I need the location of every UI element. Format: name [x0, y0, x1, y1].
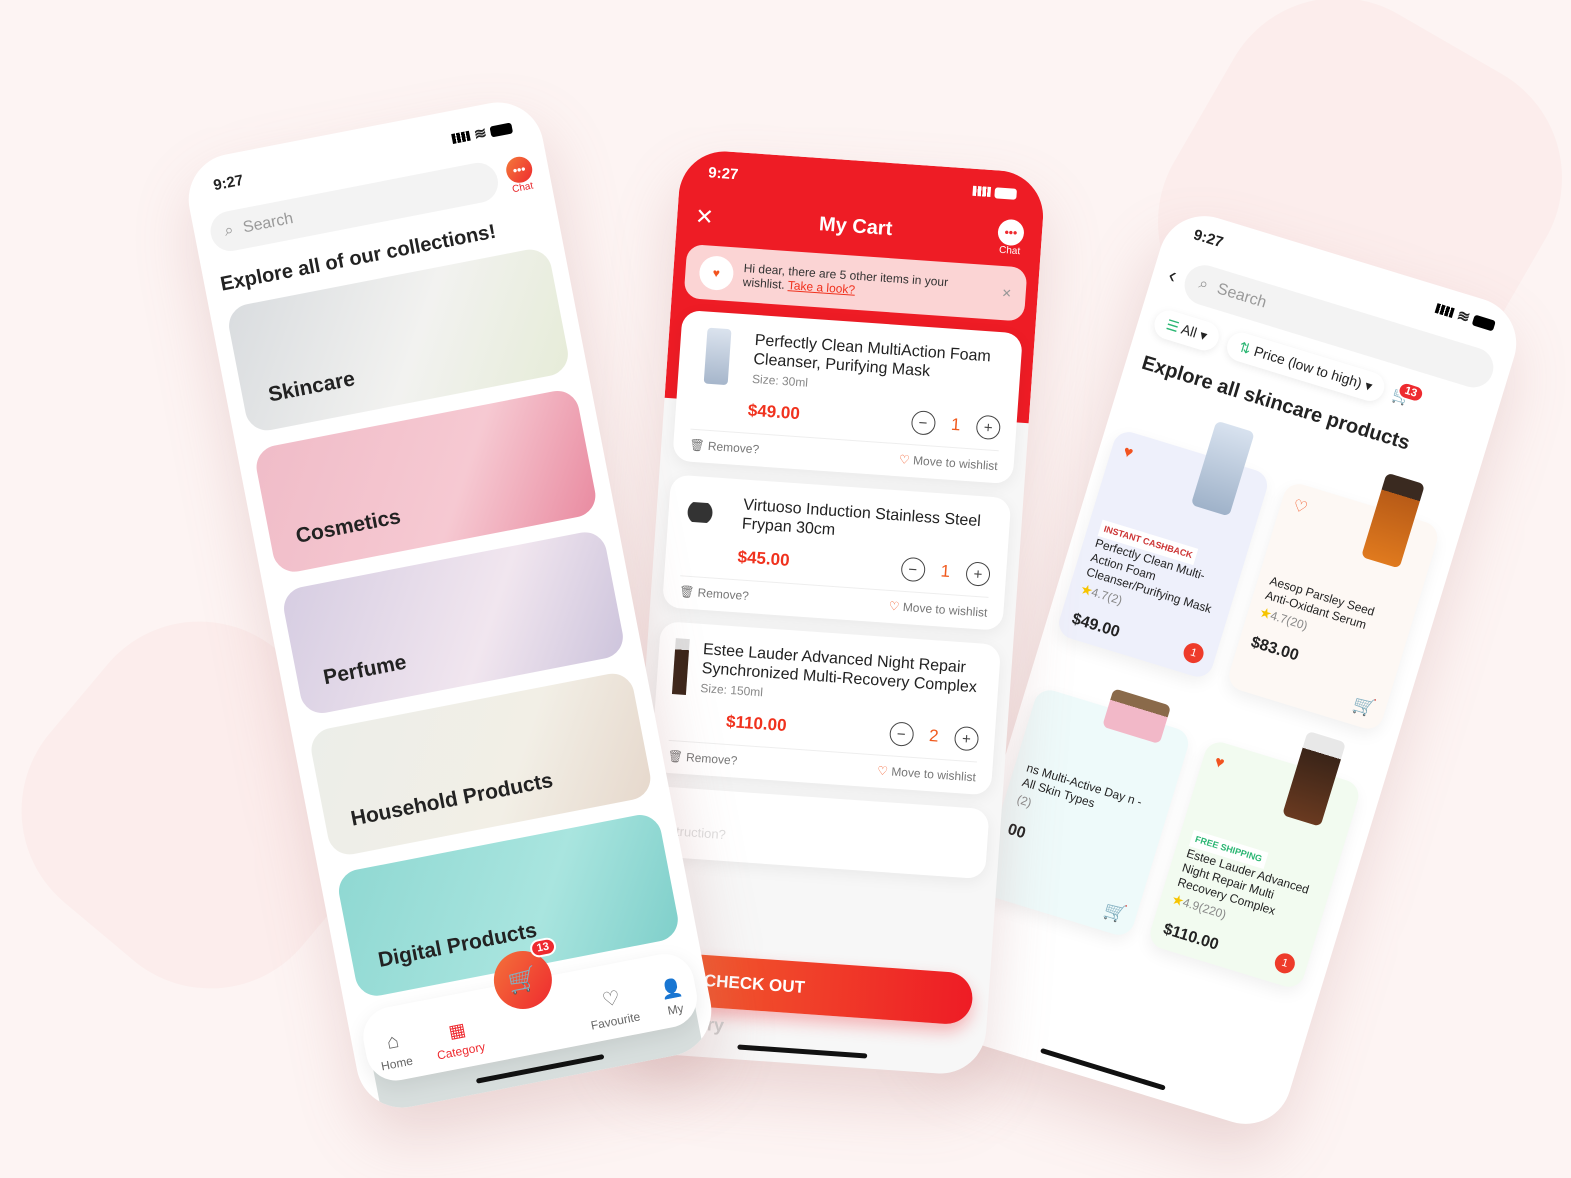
cart-button[interactable]: 🛒13 [1390, 379, 1427, 409]
wishlist-label: Move to wishlist [912, 453, 999, 474]
increase-button[interactable]: + [975, 414, 1002, 441]
nav-label: Favourite [589, 1009, 642, 1033]
chat-icon: ••• [997, 218, 1025, 247]
nav-label: Category [435, 1039, 487, 1063]
home-icon: ⌂ [384, 1029, 401, 1054]
search-icon: ⌕ [222, 221, 236, 240]
move-to-wishlist-button[interactable]: ♡ Move to wishlist [899, 452, 999, 473]
product-image [1361, 472, 1426, 569]
wishlist-label: Move to wishlist [890, 764, 977, 785]
nav-label: My [666, 1000, 685, 1018]
close-icon[interactable]: ✕ [694, 203, 714, 230]
product-rating: (2) [1015, 792, 1034, 810]
heart-icon: ♡ [600, 986, 623, 1012]
heart-icon: ♥ [698, 254, 735, 292]
filter-dropdown[interactable]: ☰ All ▾ [1151, 307, 1223, 354]
back-icon[interactable]: ‹ [1165, 262, 1180, 289]
status-icons [972, 185, 1018, 200]
heart-outline-icon[interactable]: ♡ [1291, 497, 1310, 517]
move-to-wishlist-button[interactable]: ♡ Move to wishlist [877, 764, 977, 785]
increase-button[interactable]: + [965, 561, 991, 587]
quantity-stepper: −1 + [899, 556, 991, 587]
cart-item: Virtuoso Induction Stainless Steel Frypa… [661, 474, 1012, 631]
status-time: 9:27 [707, 163, 739, 183]
remove-button[interactable]: 🗑 Remove? [689, 438, 760, 457]
decrease-button[interactable]: − [910, 410, 936, 436]
home-indicator [736, 1044, 867, 1059]
grid-icon: ▦ [446, 1019, 468, 1042]
category-label: Skincare [266, 367, 357, 407]
filter-label: All [1179, 320, 1199, 341]
quantity-value: 1 [950, 414, 962, 435]
status-icons: ≋ [451, 119, 514, 148]
user-icon: 👤 [658, 976, 685, 1001]
item-name: Virtuoso Induction Stainless Steel Frypa… [741, 496, 982, 539]
decrease-button[interactable]: − [899, 556, 926, 583]
product-image [1190, 420, 1255, 517]
checkout-label: CHECK OUT [703, 970, 806, 997]
nav-category[interactable]: ▦ Category [431, 1016, 486, 1063]
increase-button[interactable]: + [953, 725, 980, 752]
category-label: Perfume [321, 650, 409, 690]
instruction-card: nstruction? [644, 785, 990, 880]
search-placeholder: Search [241, 210, 295, 237]
search-placeholder: Search [1214, 280, 1269, 312]
quantity-value: 2 [928, 726, 940, 746]
category-label: Household Products [348, 768, 555, 831]
item-price: $49.00 [747, 400, 801, 424]
remove-label: Remove? [697, 585, 750, 604]
remove-button[interactable]: 🗑 Remove? [667, 749, 738, 768]
status-icons: ≋ [1434, 299, 1497, 334]
chat-button[interactable]: ••• Chat [996, 218, 1025, 258]
remove-label: Remove? [685, 750, 738, 768]
status-time: 9:27 [211, 171, 245, 194]
heart-filled-icon[interactable]: ♥ [1121, 443, 1135, 462]
remove-button[interactable]: 🗑 Remove? [679, 584, 750, 603]
move-to-wishlist-button[interactable]: ♡ Move to wishlist [888, 599, 988, 620]
cart-icon: 🛒 [505, 963, 541, 997]
wishlist-label: Move to wishlist [902, 599, 988, 620]
quantity-value: 1 [940, 561, 951, 582]
product-thumbnail [671, 638, 690, 695]
page-title: My Cart [818, 213, 894, 241]
chat-button[interactable]: ••• Chat [503, 154, 537, 195]
nav-home[interactable]: ⌂ Home [375, 1028, 414, 1073]
cart-item: Estee Lauder Advanced Night Repair Synch… [650, 621, 1002, 796]
status-time: 9:27 [1191, 225, 1226, 251]
dismiss-icon[interactable]: ✕ [1001, 286, 1012, 301]
heart-filled-icon[interactable]: ♥ [1212, 753, 1226, 772]
add-to-cart-icon[interactable]: 🛒 [1101, 900, 1128, 927]
quantity-stepper: −1 + [910, 410, 1002, 441]
nav-my[interactable]: 👤 My [659, 977, 688, 1019]
chat-label: Chat [998, 244, 1021, 258]
product-thumbnail [683, 501, 730, 525]
product-image [1282, 730, 1347, 827]
cart-item: Perfectly Clean MultiAction Foam Cleanse… [672, 309, 1023, 485]
home-indicator [1040, 1047, 1166, 1091]
remove-label: Remove? [707, 438, 760, 457]
nav-label: Home [379, 1053, 415, 1074]
item-price: $45.00 [736, 547, 791, 570]
decrease-button[interactable]: − [888, 721, 915, 747]
quantity-stepper: −2 + [888, 721, 980, 752]
search-icon: ⌕ [1196, 274, 1211, 294]
product-image [1102, 688, 1172, 745]
product-thumbnail [703, 327, 732, 386]
nav-favourite[interactable]: ♡ Favourite [584, 982, 642, 1033]
item-price: $110.00 [725, 711, 788, 736]
category-label: Cosmetics [293, 505, 403, 548]
add-to-cart-icon[interactable]: 🛒 [1350, 693, 1378, 720]
cart-count-badge: 13 [1395, 379, 1427, 405]
